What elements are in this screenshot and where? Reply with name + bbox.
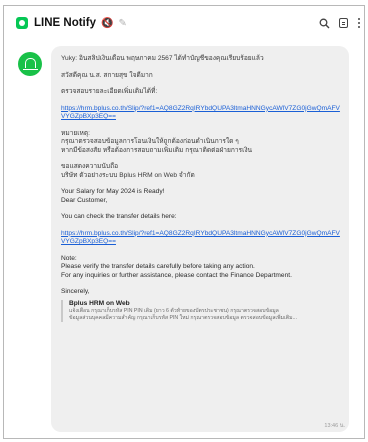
signature-line-1: แจ้งเตือน กรุณาเก็บรหัส PIN PIN เดิม (ยา… [69, 308, 279, 314]
note-icon[interactable]: ✎ [118, 18, 126, 29]
chat-title: LINE Notify [34, 17, 96, 29]
signature-line-2: ข้อมูลส่วนบุคคลมีความสำคัญ กรุณาเก็บรหัส… [69, 315, 297, 321]
mute-icon: 🔇 [100, 17, 114, 29]
slip-link-th[interactable]: https://hrm.bplus.co.th/Slip/?ref1=AQ8GZ… [61, 105, 341, 122]
note-line-2-en: For any inquiries or further assistance,… [61, 271, 292, 279]
message-timestamp: 13:46 น. [324, 422, 345, 429]
greeting-en: Dear Customer, [61, 196, 108, 204]
salary-subject: Your Salary for May 2024 is Ready! [61, 188, 165, 196]
bell-icon [22, 58, 38, 70]
message-bubble[interactable]: Yuky: อินสลิปเงินเดือน พฤษภาคม 2567 ได้ท… [51, 46, 349, 432]
check-en: You can check the transfer details here: [61, 213, 177, 221]
more-icon[interactable] [357, 18, 360, 28]
message-area[interactable]: Yuky: อินสลิปเงินเดือน พฤษภาคม 2567 ได้ท… [4, 40, 364, 438]
sincerely-en: Sincerely, [61, 288, 90, 296]
note-title-th: หมายเหตุ: [61, 129, 90, 137]
line-notify-app-icon [16, 17, 28, 29]
note-line-1-th: กรุณาตรวจสอบข้อมูลการโอนเงินให้ถูกต้องก่… [61, 138, 239, 146]
notes-icon[interactable] [339, 18, 348, 28]
company-th: บริษัท ตัวอย่างระบบ Bplus HRM on Web จำก… [61, 171, 195, 179]
chat-window: LINE Notify 🔇 ✎ Yuky: อินสลิปเงินเดือน พ… [3, 5, 365, 439]
message-greeting-th: สวัสดีคุณ น.ส. สกายสุข ใจดีมาก [61, 71, 153, 79]
signature-card[interactable]: Bplus HRM on Web แจ้งเตือน กรุณาเก็บรหัส… [61, 299, 341, 322]
note-line-1-en: Please verify the transfer details caref… [61, 263, 255, 271]
message-check-th: ตรวจสอบรายละเอียดเพิ่มเติมได้ที่: [61, 88, 158, 96]
signature-title: Bplus HRM on Web [69, 299, 130, 307]
note-line-2-th: หากมีข้อสงสัย หรือต้องการสอบถามเพิ่มเติม… [61, 146, 253, 154]
chat-header: LINE Notify 🔇 ✎ [4, 6, 364, 40]
slip-link-en[interactable]: https://hrm.bplus.co.th/Slip/?ref1=AQ8GZ… [61, 230, 341, 247]
message-intro: Yuky: อินสลิปเงินเดือน พฤษภาคม 2567 ได้ท… [61, 55, 264, 62]
note-title-en: Note: [61, 254, 77, 262]
thanks-th: ขอแสดงความนับถือ [61, 163, 119, 171]
header-actions [319, 6, 360, 40]
search-icon[interactable] [319, 18, 330, 29]
sender-avatar[interactable] [18, 52, 42, 76]
